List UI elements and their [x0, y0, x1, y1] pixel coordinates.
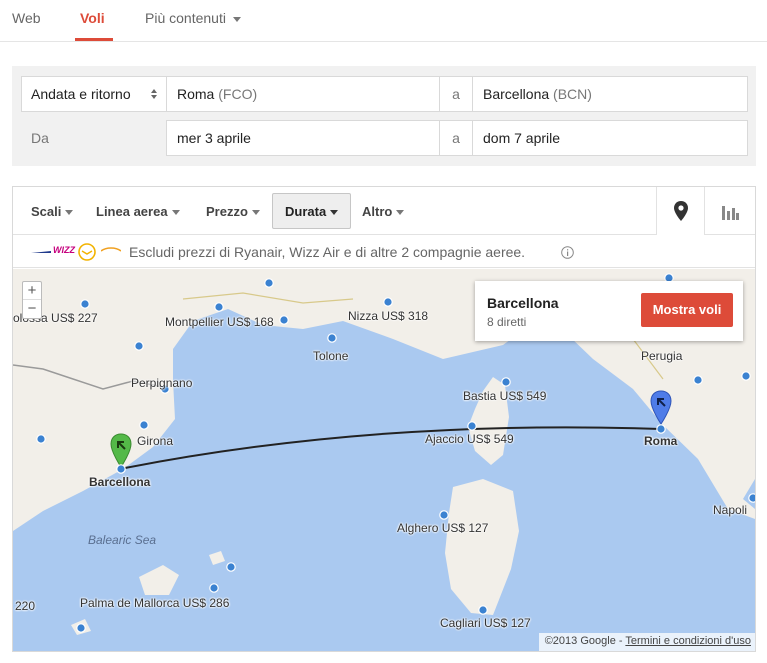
filter-airline-label: Linea aerea — [96, 204, 168, 219]
filter-other[interactable]: Altro — [362, 204, 405, 219]
to-label-date: a — [452, 130, 460, 146]
show-flights-button[interactable]: Mostra voli — [641, 293, 733, 327]
chevron-down-icon — [65, 210, 74, 216]
info-icon[interactable] — [561, 246, 574, 259]
to-label: a — [452, 86, 460, 102]
zoom-out-button[interactable]: − — [23, 300, 41, 318]
filter-price[interactable]: Prezzo — [206, 204, 260, 219]
tab-voli[interactable]: Voli — [80, 10, 105, 26]
popup-flight-count: 8 diretti — [487, 315, 527, 329]
exclude-text: Escludi prezzi di Ryanair, Wizz Air e di… — [129, 244, 526, 260]
tab-more-content[interactable]: Più contenuti — [145, 10, 241, 26]
chevron-down-icon — [232, 16, 241, 22]
exclude-airlines-row[interactable]: WIZZ Escludi prezzi di Ryanair, Wizz Air… — [13, 236, 755, 268]
map-label-bastia[interactable]: Bastia US$ 549 — [463, 389, 546, 403]
map-label-alghero[interactable]: Alghero US$ 127 — [397, 521, 488, 535]
destination-pin-icon — [650, 390, 672, 425]
roma-marker — [656, 424, 666, 434]
chevron-down-icon — [251, 210, 260, 216]
map-label-montpellier[interactable]: Montpellier US$ 168 — [165, 315, 274, 329]
tab-web[interactable]: Web — [12, 10, 41, 26]
wizz-logo: WIZZ — [53, 245, 75, 255]
filter-stops-label: Scali — [31, 204, 62, 219]
trip-type-select[interactable]: Andata e ritorno — [21, 76, 167, 112]
top-nav: Web Voli Più contenuti — [0, 0, 767, 42]
filter-bar: Scali Linea aerea Prezzo Durata Altro — [13, 187, 755, 235]
map-label-ajaccio[interactable]: Ajaccio US$ 549 — [425, 432, 514, 446]
map-label-barcellona[interactable]: Barcellona — [89, 475, 150, 489]
chevron-down-icon — [396, 210, 405, 216]
map-copyright: ©2013 Google - — [544, 635, 626, 647]
map-zoom-control: + − — [22, 281, 42, 319]
map-label-napoli[interactable]: Napoli — [713, 503, 747, 517]
results-panel: Scali Linea aerea Prezzo Durata Altro WI… — [12, 186, 756, 652]
from-date-label: Da — [31, 130, 49, 146]
filter-airline[interactable]: Linea aerea — [96, 204, 180, 219]
map[interactable]: olossa US$ 227 Montpellier US$ 168 Nizza… — [13, 269, 755, 651]
terms-link[interactable]: Termini e condizioni d'uso — [625, 635, 751, 647]
map-label-nizza[interactable]: Nizza US$ 318 — [348, 309, 428, 323]
map-label-balearic-sea: Balearic Sea — [88, 533, 157, 547]
to-separator: a — [439, 76, 473, 112]
tab-more-content-label: Più contenuti — [145, 10, 226, 26]
map-label-perpignano[interactable]: Perpignano — [131, 376, 192, 390]
filter-price-label: Prezzo — [206, 204, 248, 219]
filter-duration-label: Durata — [285, 204, 327, 219]
map-label-roma[interactable]: Roma — [644, 434, 677, 448]
origin-code: (FCO) — [218, 86, 258, 102]
filter-duration[interactable]: Durata — [272, 193, 352, 229]
ryanair-logo-icon — [31, 251, 51, 253]
updown-arrows-icon — [151, 89, 157, 99]
active-tab-indicator — [75, 38, 113, 41]
popup-city: Barcellona — [487, 295, 559, 311]
map-pin-icon — [674, 201, 688, 221]
map-attribution: ©2013 Google - Termini e condizioni d'us… — [538, 633, 755, 651]
return-date-input[interactable]: dom 7 aprile — [472, 120, 748, 156]
origin-input[interactable]: Roma (FCO) — [166, 76, 440, 112]
flight-search-form: Andata e ritorno Roma (FCO) a Barcellona… — [12, 66, 756, 166]
destination-popup: Barcellona 8 diretti Mostra voli — [475, 281, 743, 341]
filter-other-label: Altro — [362, 204, 393, 219]
zoom-in-button[interactable]: + — [23, 282, 41, 300]
filter-stops[interactable]: Scali — [31, 204, 74, 219]
map-label-edge-price[interactable]: 220 — [15, 599, 35, 613]
return-date-value: dom 7 aprile — [483, 130, 561, 146]
map-view-button[interactable] — [656, 187, 704, 235]
destination-code: (BCN) — [553, 86, 592, 102]
map-label-tolone[interactable]: Tolone — [313, 349, 348, 363]
origin-city: Roma — [177, 86, 215, 102]
bar-chart-icon — [722, 206, 739, 220]
chart-view-button[interactable] — [704, 187, 755, 235]
depart-date-value: mer 3 aprile — [177, 130, 251, 146]
depart-date-input[interactable]: mer 3 aprile — [166, 120, 440, 156]
map-label-cagliari[interactable]: Cagliari US$ 127 — [440, 616, 531, 630]
barcellona-marker — [116, 464, 126, 474]
chevron-down-icon — [330, 210, 339, 216]
airline-logo-icon — [101, 247, 121, 252]
map-label-palma[interactable]: Palma de Mallorca US$ 286 — [80, 596, 229, 610]
lufthansa-logo-icon — [78, 243, 96, 261]
destination-input[interactable]: Barcellona (BCN) — [472, 76, 748, 112]
to-separator-date: a — [439, 120, 473, 156]
map-label-perugia[interactable]: Perugia — [641, 349, 682, 363]
map-label-girona[interactable]: Girona — [137, 434, 173, 448]
trip-type-value: Andata e ritorno — [31, 86, 131, 102]
destination-city: Barcellona — [483, 86, 550, 102]
chevron-down-icon — [171, 210, 180, 216]
origin-pin-icon — [110, 433, 132, 468]
